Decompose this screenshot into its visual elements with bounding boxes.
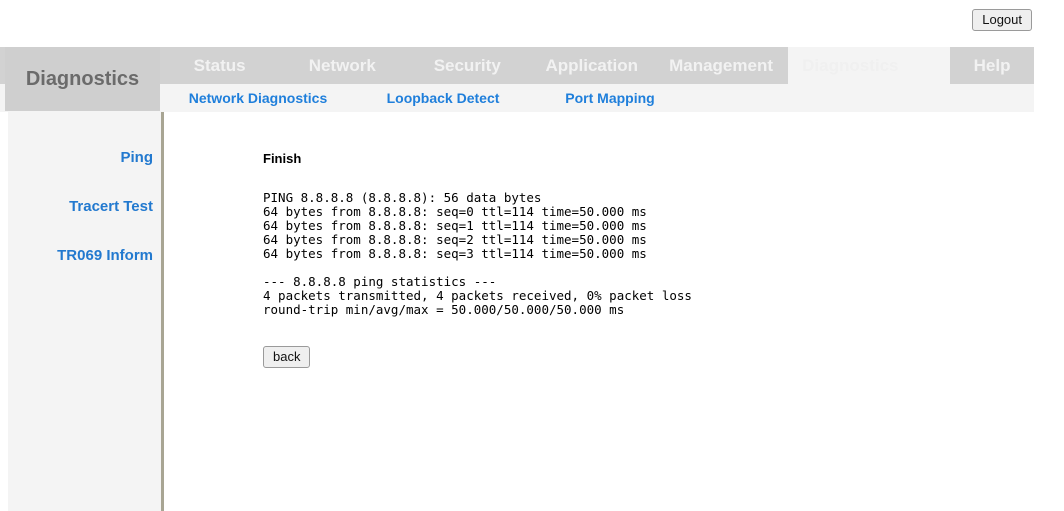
main-content: Finish PING 8.8.8.8 (8.8.8.8): 56 data b… bbox=[164, 112, 1064, 511]
top-bar: Logout bbox=[0, 0, 1064, 44]
ping-output-text: PING 8.8.8.8 (8.8.8.8): 56 data bytes 64… bbox=[263, 191, 692, 317]
sidebar-item-ping[interactable]: Ping bbox=[121, 149, 154, 166]
back-button[interactable]: back bbox=[263, 346, 310, 368]
sub-nav-items: Network Diagnostics Loopback Detect Port… bbox=[160, 84, 690, 112]
nav-item-diagnostics[interactable]: Diagnostics bbox=[788, 47, 913, 84]
subnav-item-port-mapping[interactable]: Port Mapping bbox=[530, 84, 690, 112]
nav-item-management[interactable]: Management bbox=[654, 47, 788, 84]
nav-item-status[interactable]: Status bbox=[160, 47, 279, 84]
nav-item-security[interactable]: Security bbox=[405, 47, 529, 84]
sidebar-item-tr069-inform[interactable]: TR069 Inform bbox=[57, 247, 153, 264]
logout-button[interactable]: Logout bbox=[972, 9, 1032, 31]
sidebar-item-tracert-test[interactable]: Tracert Test bbox=[69, 198, 153, 215]
page-title: Diagnostics bbox=[5, 47, 160, 111]
page-title-box: Diagnostics bbox=[5, 47, 160, 111]
finish-heading: Finish bbox=[263, 151, 301, 166]
nav-spacer bbox=[913, 47, 950, 84]
nav-item-network[interactable]: Network bbox=[279, 47, 405, 84]
main-nav-items: Status Network Security Application Mana… bbox=[160, 47, 1034, 84]
nav-item-help[interactable]: Help bbox=[950, 47, 1034, 84]
sidebar: Ping Tracert Test TR069 Inform bbox=[8, 112, 164, 511]
subnav-item-network-diagnostics[interactable]: Network Diagnostics bbox=[160, 84, 356, 112]
subnav-item-loopback-detect[interactable]: Loopback Detect bbox=[356, 84, 530, 112]
nav-item-application[interactable]: Application bbox=[529, 47, 654, 84]
